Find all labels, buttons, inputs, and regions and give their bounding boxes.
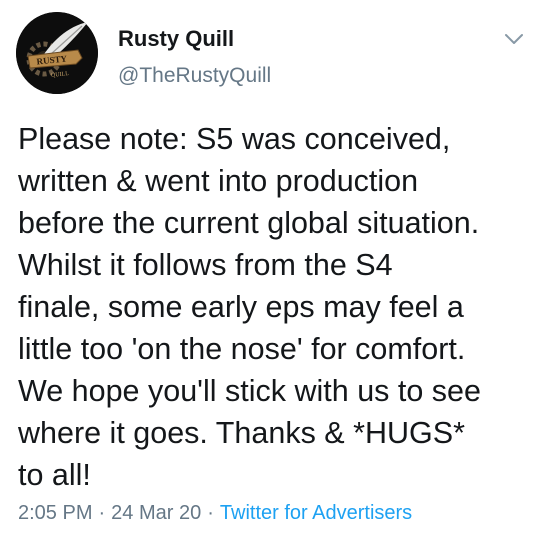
tweet-meta: 2:05 PM · 24 Mar 20 · Twitter for Advertiser…: [18, 502, 412, 525]
meta-separator: ·: [98, 502, 106, 524]
tweet-card: RUSTY QUILL Rusty Quill @TheRustyQuill P…: [0, 0, 540, 535]
rusty-quill-logo-icon: RUSTY QUILL: [16, 12, 98, 94]
tweet-date[interactable]: 24 Mar 20: [111, 502, 201, 524]
author-name[interactable]: Rusty Quill: [118, 26, 234, 52]
tweet-time[interactable]: 2:05 PM: [18, 502, 92, 524]
tweet-source-link[interactable]: Twitter for Advertisers: [220, 502, 412, 524]
chevron-down-icon[interactable]: [502, 30, 526, 48]
avatar[interactable]: RUSTY QUILL: [16, 12, 98, 94]
tweet-text: Please note: S5 was conceived, written &…: [18, 122, 481, 492]
meta-separator: ·: [207, 502, 214, 524]
author-handle[interactable]: @TheRustyQuill: [118, 64, 271, 88]
